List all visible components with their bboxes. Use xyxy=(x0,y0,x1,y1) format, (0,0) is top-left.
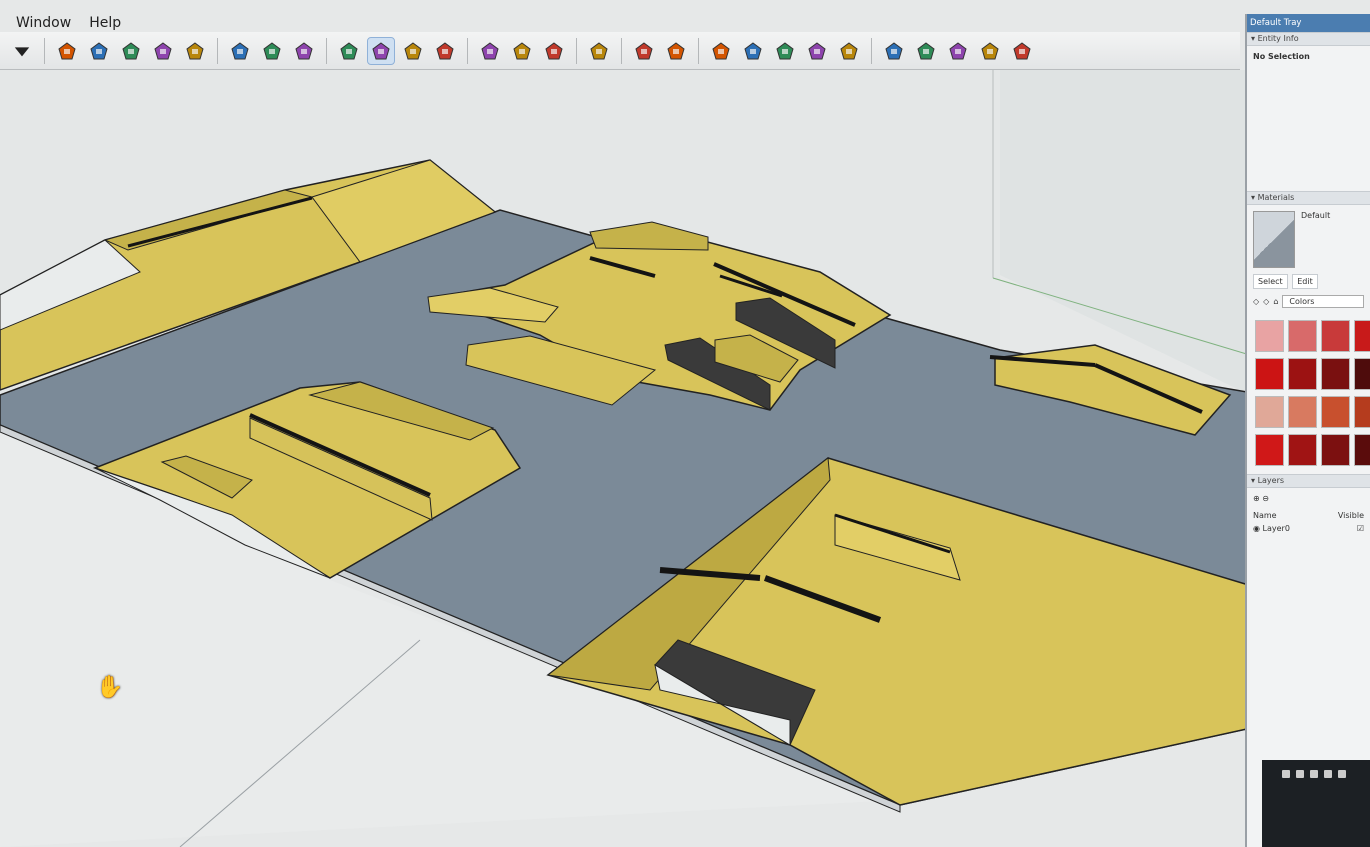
color-swatch[interactable] xyxy=(1255,396,1284,428)
layers-header[interactable]: ▾ Layers xyxy=(1247,474,1370,488)
scale-icon[interactable] xyxy=(182,38,208,64)
color-swatch[interactable] xyxy=(1288,396,1317,428)
orbit-icon[interactable] xyxy=(336,38,362,64)
text-icon[interactable] xyxy=(259,38,285,64)
color-swatch[interactable] xyxy=(1354,434,1370,466)
speaker-icon[interactable] xyxy=(1338,770,1346,778)
toolbar-separator xyxy=(467,37,468,64)
back-icon[interactable]: ◇ xyxy=(1253,297,1259,306)
color-swatch[interactable] xyxy=(1321,434,1350,466)
front-view-icon[interactable] xyxy=(945,38,971,64)
material-name: Default xyxy=(1301,211,1331,220)
toolbar-separator xyxy=(217,37,218,64)
color-swatch[interactable] xyxy=(1288,358,1317,390)
tab-select[interactable]: Select xyxy=(1253,274,1288,289)
entity-info-header[interactable]: ▾ Entity Info xyxy=(1247,32,1370,46)
zoom-extents-icon[interactable] xyxy=(432,38,458,64)
layers-controls: ⊕ ⊖ xyxy=(1253,494,1364,503)
swatch-grid xyxy=(1247,314,1370,472)
add-layer-icon[interactable]: ⊕ xyxy=(1253,494,1260,503)
color-swatch[interactable] xyxy=(1288,320,1317,352)
rotate-icon[interactable] xyxy=(150,38,176,64)
hand-cursor-icon: ✋ xyxy=(96,675,124,700)
toolbar-separator xyxy=(44,37,45,64)
color-swatch[interactable] xyxy=(1255,434,1284,466)
color-swatch[interactable] xyxy=(1354,358,1370,390)
windows-taskbar xyxy=(1262,760,1370,847)
toolbar-separator xyxy=(698,37,699,64)
toolbar xyxy=(0,32,1240,70)
selection-status: No Selection xyxy=(1253,52,1310,61)
right-view-icon[interactable] xyxy=(977,38,1003,64)
skatepark-model[interactable] xyxy=(0,70,1250,847)
entity-info-panel: No Selection xyxy=(1247,46,1370,191)
sandbox-smoove-icon[interactable] xyxy=(631,38,657,64)
materials-header[interactable]: ▾ Materials xyxy=(1247,191,1370,205)
push-pull-icon[interactable] xyxy=(54,38,80,64)
color-swatch[interactable] xyxy=(1255,320,1284,352)
solid-split-icon[interactable] xyxy=(836,38,862,64)
ruby-icon[interactable] xyxy=(586,38,612,64)
material-preview[interactable] xyxy=(1253,211,1295,268)
color-swatch[interactable] xyxy=(1288,434,1317,466)
toolbar-separator xyxy=(576,37,577,64)
layer-visible-checkbox[interactable]: ☑ xyxy=(1357,524,1364,533)
dropbox-icon[interactable] xyxy=(1310,770,1318,778)
materials-nav: ◇ ◇ ⌂ Colors xyxy=(1247,289,1370,314)
far-wall xyxy=(1000,70,1250,395)
toolbar-separator xyxy=(871,37,872,64)
paint-bucket-icon[interactable] xyxy=(291,38,317,64)
cloud-icon[interactable] xyxy=(1296,770,1304,778)
menu-window[interactable]: Window xyxy=(16,15,71,31)
color-swatch[interactable] xyxy=(1354,320,1370,352)
solid-shell-icon[interactable] xyxy=(772,38,798,64)
model-viewport[interactable]: ✋ xyxy=(0,70,1250,847)
home-icon[interactable]: ⌂ xyxy=(1273,297,1278,306)
remove-layer-icon[interactable]: ⊖ xyxy=(1262,494,1269,503)
col-name: Name xyxy=(1253,511,1277,520)
materials-panel: Default xyxy=(1247,205,1370,274)
active-layer-radio[interactable]: ◉ xyxy=(1253,524,1260,533)
share-model-icon[interactable] xyxy=(509,38,535,64)
solid-trim-icon[interactable] xyxy=(804,38,830,64)
library-select[interactable]: Colors xyxy=(1282,295,1364,308)
color-swatch[interactable] xyxy=(1321,358,1350,390)
warehouse-icon[interactable] xyxy=(477,38,503,64)
toolbar-separator xyxy=(326,37,327,64)
dropdown-icon[interactable] xyxy=(9,38,35,64)
layer-row[interactable]: ◉ Layer0 ☑ xyxy=(1253,524,1364,533)
solid-union-icon[interactable] xyxy=(708,38,734,64)
pan-icon[interactable] xyxy=(367,36,395,65)
layers-panel: ⊕ ⊖ Name Visible ◉ Layer0 ☑ xyxy=(1247,488,1370,539)
color-swatch[interactable] xyxy=(1321,396,1350,428)
default-tray: Default Tray ▾ Entity Info No Selection … xyxy=(1245,14,1370,847)
tray-title: Default Tray xyxy=(1247,14,1370,32)
layers-columns: Name Visible xyxy=(1253,511,1364,520)
col-visible: Visible xyxy=(1337,511,1364,520)
back-view-icon[interactable] xyxy=(1009,38,1035,64)
tab-edit[interactable]: Edit xyxy=(1292,274,1318,289)
extension-warehouse-icon[interactable] xyxy=(541,38,567,64)
layer-name: Layer0 xyxy=(1262,524,1290,533)
zoom-icon[interactable] xyxy=(400,38,426,64)
color-swatch[interactable] xyxy=(1354,396,1370,428)
follow-me-icon[interactable] xyxy=(86,38,112,64)
sandbox-grid-icon[interactable] xyxy=(663,38,689,64)
network-icon[interactable] xyxy=(1324,770,1332,778)
color-swatch[interactable] xyxy=(1321,320,1350,352)
move-icon[interactable] xyxy=(118,38,144,64)
tape-measure-icon[interactable] xyxy=(227,38,253,64)
forward-icon[interactable]: ◇ xyxy=(1263,297,1269,306)
sketchup-window: Window Help ✋ Default Tray ▾ Entity Info… xyxy=(0,0,1370,847)
materials-tabs: Select Edit xyxy=(1247,274,1370,289)
iso-view-icon[interactable] xyxy=(881,38,907,64)
solid-intersect-icon[interactable] xyxy=(740,38,766,64)
color-swatch[interactable] xyxy=(1255,358,1284,390)
top-view-icon[interactable] xyxy=(913,38,939,64)
chevron-up-icon[interactable] xyxy=(1282,770,1290,778)
toolbar-separator xyxy=(621,37,622,64)
menu-help[interactable]: Help xyxy=(89,15,121,31)
